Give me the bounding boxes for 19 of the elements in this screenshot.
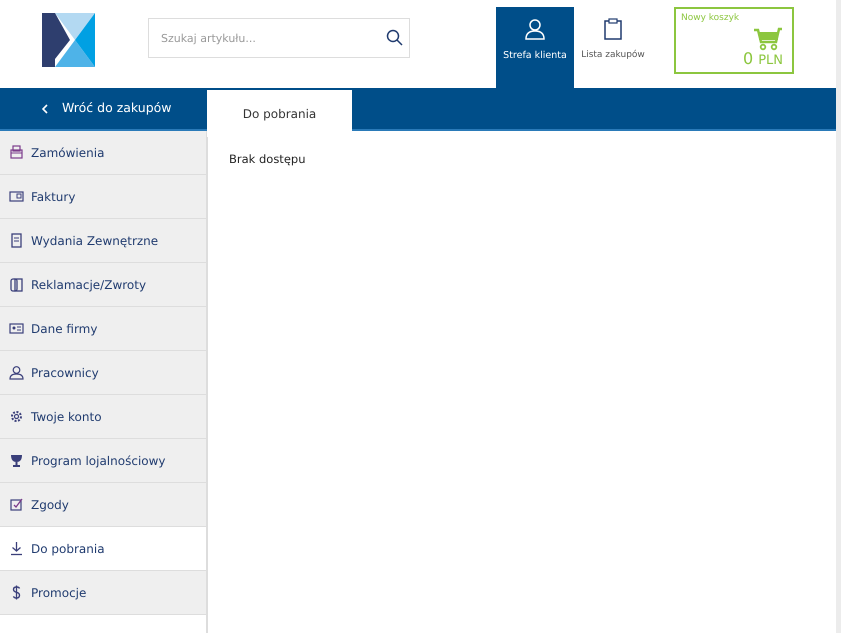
sidebar-item[interactable]: Reklamacje/Zwroty	[0, 263, 206, 307]
sidebar-item[interactable]: Promocje	[0, 571, 206, 615]
cart-amount: 0	[743, 50, 754, 66]
sidebar-item[interactable]: Dane firmy	[0, 307, 206, 351]
sidebar-item[interactable]: Wydania Zewnętrzne	[0, 219, 206, 263]
cart-currency: PLN	[758, 54, 783, 66]
sidebar-item[interactable]: Zamówienia	[0, 131, 206, 175]
search-field[interactable]: Szukaj artykułu...	[148, 18, 410, 58]
nav-tab[interactable]: Strefa klienta	[496, 7, 574, 88]
sidebar-item[interactable]: Program lojalnościowy	[0, 439, 206, 483]
nav-tab[interactable]: Lista zakupów	[574, 7, 652, 88]
back-link[interactable]: Wróć do zakupów	[42, 88, 207, 129]
sidebar-item[interactable]: Zgody	[0, 483, 206, 527]
cart-title: Nowy koszyk	[681, 12, 740, 25]
sidebar-item[interactable]: Twoje konto	[0, 395, 206, 439]
sidebar-item[interactable]: Pracownicy	[0, 351, 206, 395]
sidebar-item[interactable]: Faktury	[0, 175, 206, 219]
tab[interactable]: Do pobrania	[207, 88, 352, 137]
status-message: Brak dostępu	[229, 151, 306, 168]
